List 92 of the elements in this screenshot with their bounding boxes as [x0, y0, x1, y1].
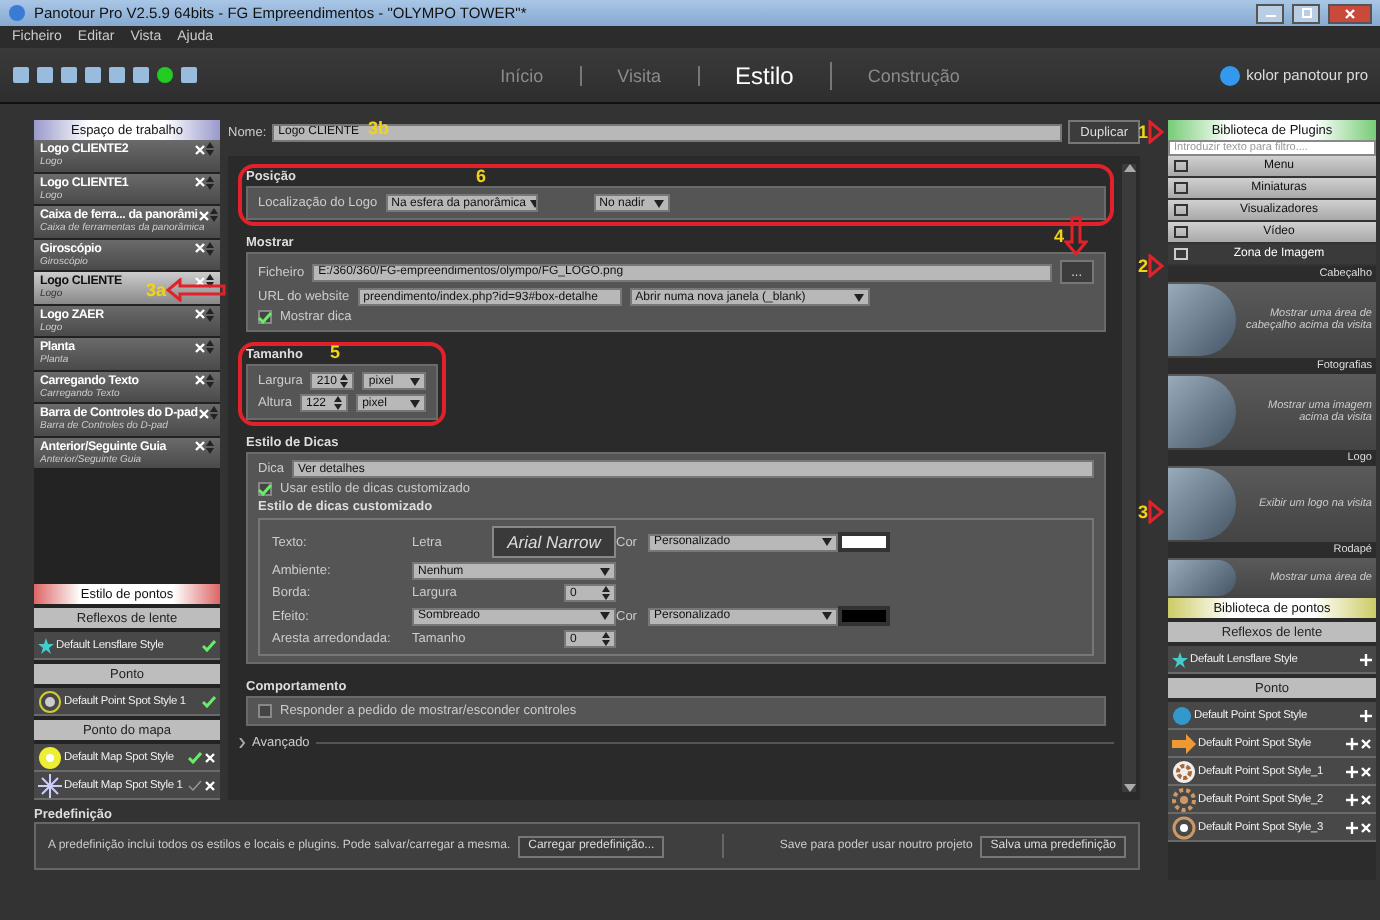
thumbnail-image: [1168, 376, 1236, 448]
ring-icon: [38, 689, 62, 713]
maximize-icon: [1301, 8, 1311, 18]
close-icon: [204, 751, 216, 763]
caret-icon: [600, 612, 610, 620]
spin-icon: [602, 586, 610, 600]
down-icon: [1123, 784, 1135, 792]
close-icon: [194, 440, 206, 453]
color-swatch[interactable]: [838, 532, 890, 552]
dot-icon: [1172, 705, 1192, 725]
logo-icon: [1220, 65, 1241, 85]
callout-number: 3a: [146, 280, 167, 300]
close-icon: [1360, 765, 1372, 777]
app-icon: [8, 4, 26, 22]
plus-icon: [1346, 793, 1358, 805]
close-icon: [194, 242, 206, 255]
plus-icon: [1346, 821, 1358, 833]
close-icon: [1344, 7, 1356, 19]
spin-icon: [334, 396, 343, 410]
close-icon: [204, 779, 216, 791]
color-swatch[interactable]: [838, 606, 890, 626]
spin-icon: [206, 274, 214, 289]
scrollbar[interactable]: [1122, 164, 1136, 792]
tab[interactable]: Início: [464, 65, 582, 85]
caret-icon: [600, 567, 610, 575]
thumbnail-image: [1168, 284, 1236, 356]
close-icon: [197, 209, 210, 222]
close-icon: [1360, 793, 1372, 805]
close-icon: [194, 275, 206, 288]
spin-icon: [206, 142, 214, 157]
spin-icon: [206, 241, 214, 256]
spin-icon: [206, 439, 214, 454]
callout-arrow: [1148, 254, 1165, 278]
close-icon: [194, 143, 206, 156]
close-icon: [194, 341, 206, 354]
callout-number: 5: [330, 342, 341, 362]
callout-number: 3: [1138, 502, 1149, 522]
maximize-button[interactable]: [1292, 3, 1320, 23]
caret-icon: [822, 538, 832, 546]
callout-number: 1: [1138, 122, 1149, 142]
plus-icon: [1360, 709, 1372, 721]
check-icon: [258, 483, 272, 495]
minimize-button[interactable]: [1256, 3, 1284, 23]
spin-icon: [206, 373, 214, 388]
wheel-icon: [1172, 759, 1196, 783]
caret-icon: [822, 612, 832, 620]
spin-icon: [206, 175, 214, 190]
close-icon: [197, 407, 210, 420]
font-button[interactable]: Arial Narrow: [492, 526, 616, 558]
caret-icon: [410, 399, 420, 407]
spin-icon: [206, 340, 214, 355]
plus-icon: [1346, 737, 1358, 749]
arrow-icon: [1172, 733, 1196, 753]
close-icon: [1360, 821, 1372, 833]
checkbox[interactable]: [258, 704, 272, 718]
tab[interactable]: Construção: [831, 65, 996, 85]
callout-arrow: [1148, 120, 1165, 144]
callout-arrow: [166, 278, 227, 302]
spin-icon: [340, 374, 349, 388]
callout-number: 3b: [368, 118, 390, 138]
close-icon: [194, 374, 206, 387]
spin-icon: [209, 406, 218, 421]
plus-icon: [1346, 765, 1358, 777]
callout-number: 2: [1138, 256, 1149, 276]
target-icon: [1172, 815, 1196, 839]
caret-icon: [653, 199, 664, 207]
tab[interactable]: Estilo: [699, 61, 832, 89]
checkbox[interactable]: [258, 482, 272, 496]
close-icon: [1360, 737, 1372, 749]
spark-icon: [38, 773, 62, 797]
close-button[interactable]: [1328, 3, 1372, 23]
close-icon: [194, 176, 206, 189]
thumbnail-image: [1168, 468, 1236, 540]
callout-arrow: [1148, 500, 1165, 524]
check-icon: [258, 311, 272, 323]
star-icon: [1172, 651, 1188, 667]
tab[interactable]: Visita: [581, 65, 699, 85]
spin-icon: [206, 307, 214, 322]
gear-icon: [1172, 787, 1196, 811]
plus-icon: [1360, 653, 1372, 665]
caret-icon: [410, 377, 420, 385]
close-icon: [194, 308, 206, 321]
up-icon: [1123, 164, 1135, 172]
callout-number: 6: [476, 166, 487, 186]
sun-icon: [38, 745, 62, 769]
star-icon: [38, 637, 54, 653]
spin-icon: [209, 208, 218, 223]
caret-icon: [853, 293, 864, 301]
spin-icon: [602, 632, 610, 646]
checkbox[interactable]: [258, 310, 272, 324]
callout-number: 4: [1053, 226, 1064, 246]
thumbnail-image: [1168, 560, 1236, 596]
